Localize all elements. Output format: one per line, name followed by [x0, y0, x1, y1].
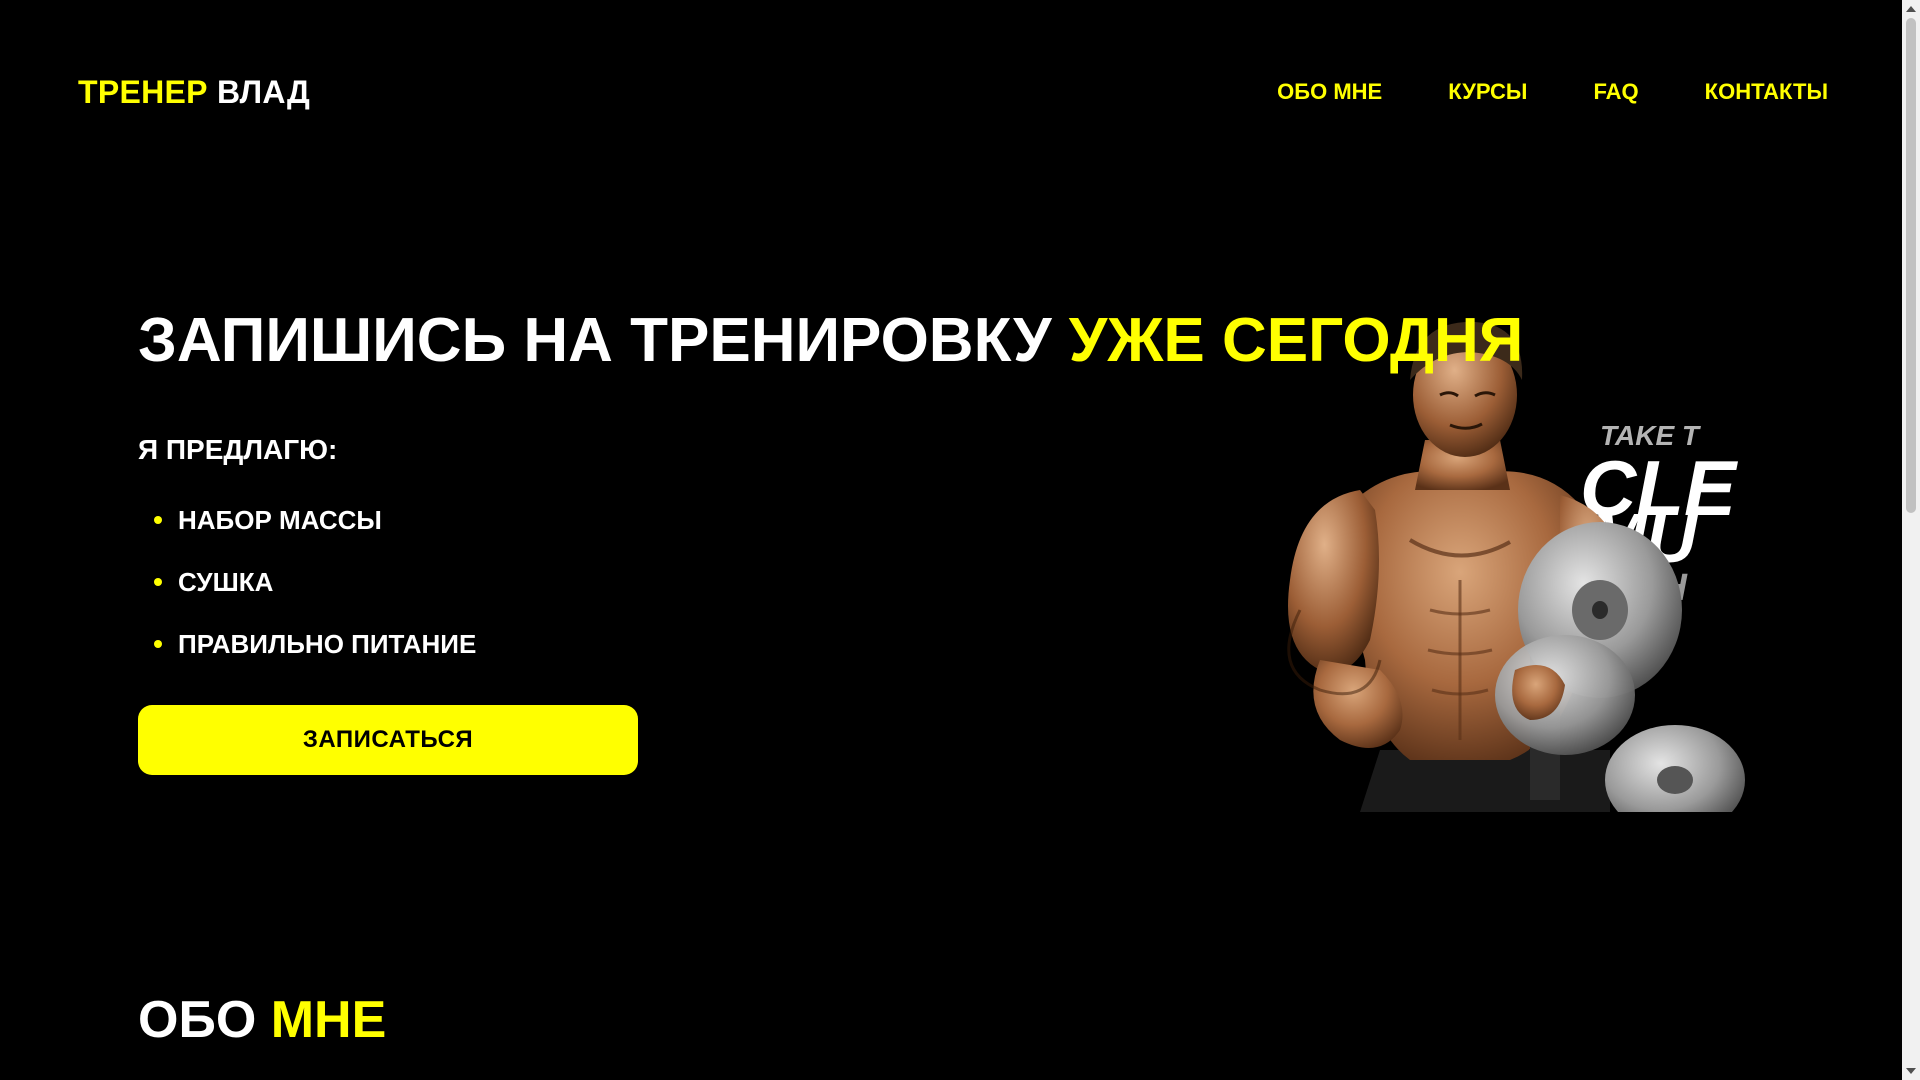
offer-item-label: НАБОР МАССЫ [178, 505, 382, 535]
scrollbar-thumb[interactable] [1906, 18, 1916, 513]
vertical-scrollbar[interactable] [1902, 0, 1920, 1080]
offer-item-label: ПРАВИЛЬНО ПИТАНИЕ [178, 629, 477, 659]
nav-link-contacts[interactable]: КОНТАКТЫ [1705, 76, 1828, 108]
offer-list: НАБОР МАССЫ СУШКА ПРАВИЛЬНО ПИТАНИЕ [138, 502, 476, 688]
about-title-white: ОБО [138, 991, 257, 1049]
about-title-accent: МНЕ [270, 991, 387, 1049]
signup-button[interactable]: ЗАПИСАТЬСЯ [138, 705, 638, 775]
logo-text-primary: ТРЕНЕР [78, 74, 208, 110]
hero-title-white: ЗАПИШИСЬ НА ТРЕНИРОВКУ [138, 306, 1052, 375]
hero-bodybuilder-image: TAKE T CLE MU CH [1287, 321, 1770, 812]
offer-item: СУШКА [138, 564, 476, 626]
nav-link-about[interactable]: ОБО МНЕ [1277, 76, 1382, 108]
scroll-down-icon[interactable] [1906, 1068, 1916, 1074]
offer-item: ПРАВИЛЬНО ПИТАНИЕ [138, 626, 476, 688]
logo-text-secondary: ВЛАД [217, 74, 311, 110]
nav-link-courses[interactable]: КУРСЫ [1448, 76, 1527, 108]
offer-heading: Я ПРЕДЛАГЮ: [138, 434, 338, 465]
bullet-icon [154, 516, 162, 524]
hero-title-accent: УЖЕ СЕГОДНЯ [1068, 306, 1524, 375]
bullet-icon [154, 578, 162, 586]
offer-item-label: СУШКА [178, 567, 274, 597]
main-nav: ОБО МНЕ КУРСЫ FAQ КОНТАКТЫ [1277, 76, 1828, 108]
offer-item: НАБОР МАССЫ [138, 502, 476, 564]
about-title: ОБО МНЕ [138, 988, 386, 1052]
scroll-up-icon[interactable] [1906, 6, 1916, 12]
hero-title: ЗАПИШИСЬ НА ТРЕНИРОВКУ УЖЕ СЕГОДНЯ [138, 305, 1523, 377]
site-logo[interactable]: ТРЕНЕР ВЛАД [78, 72, 310, 112]
nav-link-faq[interactable]: FAQ [1593, 76, 1638, 108]
bullet-icon [154, 640, 162, 648]
